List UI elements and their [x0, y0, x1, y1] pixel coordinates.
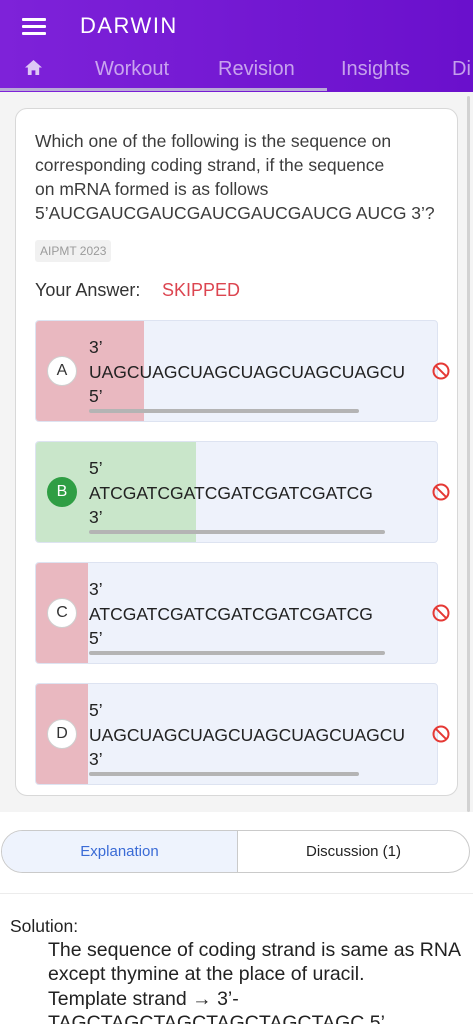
option-sequence: ATCGATCGATCGATCGATCGATCG — [89, 603, 373, 624]
option-c[interactable]: C 3’ ATCGATCGATCGATCGATCGATCG 5’ — [35, 562, 450, 664]
your-answer-label: Your Answer: — [35, 280, 141, 300]
option-strand-end: 3’ — [89, 749, 103, 769]
your-answer-status: SKIPPED — [162, 280, 241, 300]
option-strand-start: 3’ — [89, 337, 103, 357]
solution-heading: Solution: — [10, 916, 79, 936]
option-strand-end: 3’ — [89, 507, 103, 527]
app-title: DARWIN — [80, 13, 178, 38]
ban-icon[interactable] — [432, 604, 450, 622]
option-letter-badge: D — [47, 719, 77, 749]
question-text-line: on mRNA formed is as follows — [35, 179, 269, 199]
ban-icon-slash — [435, 365, 447, 377]
option-strand-start: 3’ — [89, 579, 103, 599]
solution-text-line: TAGCTAGCTAGCTAGCTAGCTAGC 5’ — [48, 1012, 385, 1024]
hamburger-bar — [22, 25, 46, 28]
ban-icon-graphic — [432, 725, 450, 743]
ban-icon[interactable] — [432, 483, 450, 501]
tab-bar-divider — [0, 88, 327, 91]
option-letter-badge: A — [47, 356, 77, 386]
ban-icon-graphic — [432, 604, 450, 622]
option-letter-badge: B — [47, 477, 77, 507]
option-scrollbar[interactable] — [89, 772, 359, 776]
hamburger-bar — [22, 18, 46, 21]
option-strand-end: 5’ — [89, 628, 103, 648]
option-sequence: UAGCUAGCUAGCUAGCUAGCUAGCU — [89, 361, 405, 382]
tab-discussion[interactable]: Discussion (1) — [238, 831, 469, 872]
option-scrollbar[interactable] — [89, 409, 359, 413]
home-icon — [25, 59, 42, 76]
vertical-scrollbar[interactable] — [467, 96, 470, 812]
question-card: Which one of the following is the sequen… — [15, 108, 458, 796]
solution-text-line: The sequence of coding strand is same as… — [48, 938, 461, 961]
option-strand-start: 5’ — [89, 700, 103, 720]
ban-icon[interactable] — [432, 362, 450, 380]
app-header: DARWIN Workout Revision Insights Di — [0, 0, 473, 92]
ban-icon-slash — [435, 607, 447, 619]
home-icon-shape — [25, 59, 42, 76]
tab-insights[interactable]: Insights — [341, 56, 410, 82]
option-scrollbar[interactable] — [89, 530, 385, 534]
tab-home[interactable] — [24, 59, 43, 76]
tab-workout[interactable]: Workout — [95, 56, 169, 82]
tab-revision[interactable]: Revision — [218, 56, 295, 82]
ban-icon[interactable] — [432, 725, 450, 743]
option-b[interactable]: B 5’ ATCGATCGATCGATCGATCGATCG 3’ — [35, 441, 450, 543]
ban-icon-graphic — [432, 362, 450, 380]
option-letter-badge: C — [47, 598, 77, 628]
option-scrollbar[interactable] — [89, 651, 385, 655]
tab-overflow[interactable]: Di — [452, 56, 473, 82]
section-divider — [0, 893, 473, 894]
option-sequence: UAGCUAGCUAGCUAGCUAGCUAGCU — [89, 724, 405, 745]
hamburger-bar — [22, 32, 46, 35]
question-text-line: 5’AUCGAUCGAUCGAUCGAUCGAUCG AUCG 3’? — [35, 203, 435, 223]
option-sequence: ATCGATCGATCGATCGATCGATCG — [89, 482, 373, 503]
ban-icon-slash — [435, 486, 447, 498]
option-strand-start: 5’ — [89, 458, 103, 478]
solution-text-line: Template strand → 3’- — [48, 987, 239, 1010]
tab-explanation[interactable]: Explanation — [2, 831, 238, 872]
hamburger-menu-icon[interactable] — [22, 17, 46, 35]
ban-icon-graphic — [432, 483, 450, 501]
exam-tag: AIPMT 2023 — [35, 240, 112, 262]
option-strand-end: 5’ — [89, 386, 103, 406]
question-text-line: Which one of the following is the sequen… — [35, 131, 392, 151]
ban-icon-slash — [435, 728, 447, 740]
explanation-discussion-switch: Explanation Discussion (1) — [1, 830, 470, 873]
solution-text-line: except thymine at the place of uracil. — [48, 963, 365, 985]
option-a[interactable]: A 3’ UAGCUAGCUAGCUAGCUAGCUAGCU 5’ — [35, 320, 450, 422]
question-text-line: corresponding coding strand, if the sequ… — [35, 155, 385, 175]
option-d[interactable]: D 5’ UAGCUAGCUAGCUAGCUAGCUAGCU 3’ — [35, 683, 450, 785]
